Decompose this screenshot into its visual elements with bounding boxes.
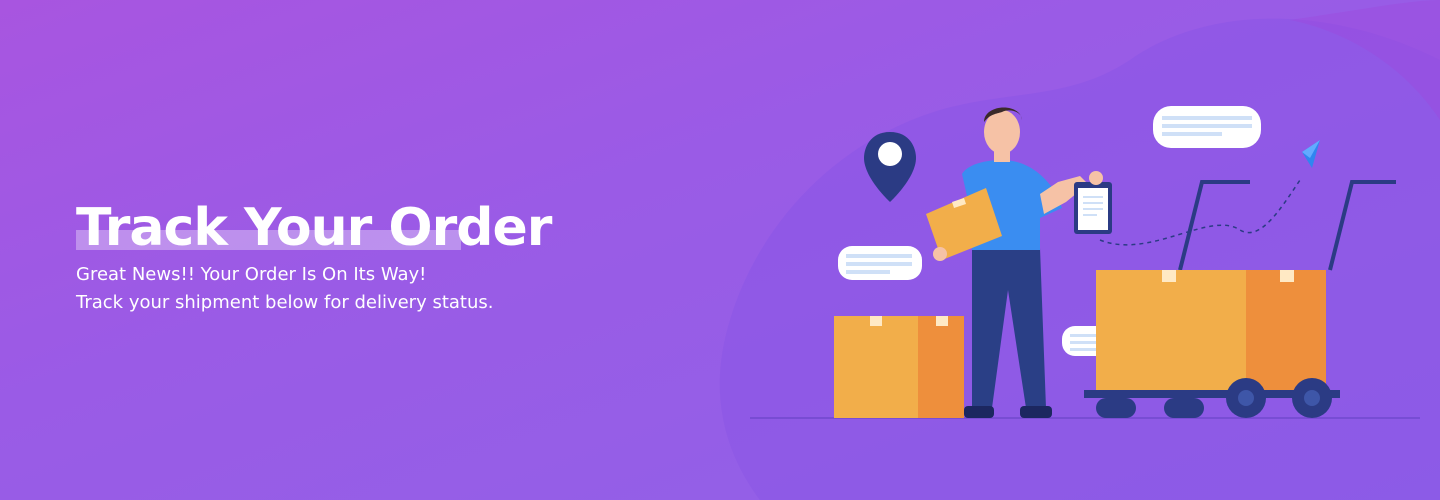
title-wrap: Track Your Order	[76, 196, 552, 260]
cart-boxes	[1096, 270, 1326, 390]
subtitle-line-1: Great News!! Your Order Is On Its Way!	[76, 264, 427, 285]
clipboard-icon	[1074, 182, 1112, 234]
paper-plane-icon	[1099, 140, 1320, 246]
chat-bubble-left	[838, 246, 922, 280]
hero-text: Track Your Order Great News!! Your Order…	[76, 196, 636, 316]
location-pin-icon	[864, 132, 916, 202]
page-title: Track Your Order	[76, 198, 552, 258]
box-stack-left	[834, 316, 964, 418]
delivery-illustration	[750, 106, 1420, 419]
subtitle-line-2: Track your shipment below for delivery s…	[76, 292, 494, 313]
track-order-banner: Track Your Order Great News!! Your Order…	[0, 0, 1440, 500]
chat-bubble-top	[1153, 106, 1261, 148]
